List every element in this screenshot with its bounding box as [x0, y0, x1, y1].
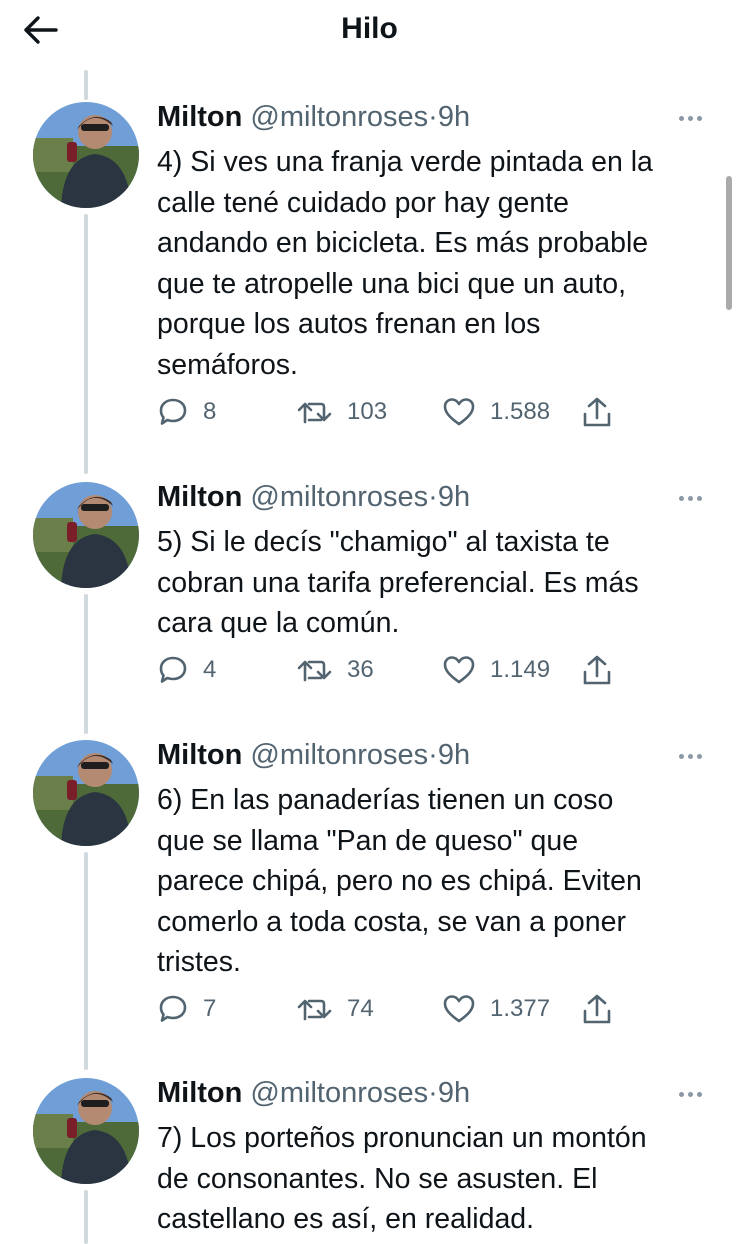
thread-line	[84, 214, 88, 474]
timestamp[interactable]: 9h	[438, 1077, 470, 1109]
reply-button[interactable]: 7	[157, 993, 216, 1025]
retweet-button[interactable]: 103	[297, 396, 387, 428]
tweet-actions: 8 103 1.588	[157, 396, 637, 432]
thread-line	[84, 1190, 88, 1244]
author-handle[interactable]: @miltonroses	[250, 1077, 428, 1109]
page-title: Hilo	[341, 12, 398, 45]
reply-count: 4	[203, 656, 217, 683]
more-options-icon[interactable]	[672, 748, 708, 764]
like-count: 1.588	[490, 398, 551, 425]
more-options-icon[interactable]	[672, 490, 708, 506]
author-name[interactable]: Milton	[157, 101, 242, 133]
separator-dot: ·	[428, 1077, 438, 1109]
retweet-icon	[297, 999, 332, 1021]
thread-line	[84, 70, 88, 100]
tweet-actions: 7 74 1.377	[157, 993, 637, 1029]
timestamp[interactable]: 9h	[438, 101, 470, 133]
author-handle[interactable]: @miltonroses	[250, 739, 428, 771]
like-button[interactable]: 1.588	[442, 396, 550, 428]
separator-dot: ·	[428, 739, 438, 771]
share-button[interactable]	[581, 396, 613, 430]
tweet-text: 4) Si ves una franja verde pintada en la…	[157, 146, 653, 381]
retweet-count: 103	[347, 398, 388, 425]
retweet-count: 74	[347, 995, 374, 1022]
reply-icon	[159, 995, 187, 1022]
scrollbar[interactable]	[726, 176, 732, 310]
reply-button[interactable]: 8	[157, 396, 216, 428]
share-icon	[583, 397, 611, 427]
separator-dot: ·	[428, 101, 438, 133]
reply-count: 7	[203, 995, 217, 1022]
retweet-count: 36	[347, 656, 374, 683]
share-icon	[583, 994, 611, 1024]
author-handle[interactable]: @miltonroses	[250, 101, 428, 133]
reply-count: 8	[203, 398, 217, 425]
author-name[interactable]: Milton	[157, 1077, 242, 1109]
tweet-header: Milton @miltonroses·9h	[157, 736, 470, 774]
tweet-text: 6) En las panaderías tienen un coso que …	[157, 784, 642, 978]
heart-icon	[443, 995, 475, 1023]
retweet-button[interactable]: 74	[297, 993, 374, 1025]
like-button[interactable]: 1.149	[442, 654, 550, 686]
timestamp[interactable]: 9h	[438, 481, 470, 513]
reply-icon	[159, 656, 187, 683]
tweet-text: 7) Los porteños pronuncian un montón de …	[157, 1122, 647, 1235]
avatar[interactable]	[33, 102, 139, 208]
tweet-actions: 4 36 1.149	[157, 654, 637, 690]
author-name[interactable]: Milton	[157, 481, 242, 513]
retweet-icon	[297, 402, 332, 424]
share-button[interactable]	[581, 993, 613, 1027]
tweet-header: Milton @miltonroses·9h	[157, 98, 470, 136]
tweet-text: 5) Si le decís "chamigo" al taxista te c…	[157, 526, 639, 639]
heart-icon	[443, 398, 475, 426]
timestamp[interactable]: 9h	[438, 739, 470, 771]
retweet-button[interactable]: 36	[297, 654, 374, 686]
like-count: 1.377	[490, 995, 551, 1022]
more-options-icon[interactable]	[672, 110, 708, 126]
tweet-header: Milton @miltonroses·9h	[157, 1074, 470, 1112]
share-button[interactable]	[581, 654, 613, 688]
share-icon	[583, 655, 611, 685]
retweet-icon	[297, 660, 332, 682]
top-bar: Hilo	[0, 0, 739, 62]
avatar[interactable]	[33, 1078, 139, 1184]
thread-line	[84, 852, 88, 1070]
separator-dot: ·	[428, 481, 438, 513]
reply-icon	[159, 398, 187, 425]
avatar[interactable]	[33, 482, 139, 588]
thread-line	[84, 594, 88, 734]
author-handle[interactable]: @miltonroses	[250, 481, 428, 513]
avatar[interactable]	[33, 740, 139, 846]
author-name[interactable]: Milton	[157, 739, 242, 771]
like-count: 1.149	[490, 656, 551, 683]
reply-button[interactable]: 4	[157, 654, 216, 686]
more-options-icon[interactable]	[672, 1086, 708, 1102]
tweet-header: Milton @miltonroses·9h	[157, 478, 470, 516]
like-button[interactable]: 1.377	[442, 993, 550, 1025]
heart-icon	[443, 656, 475, 684]
